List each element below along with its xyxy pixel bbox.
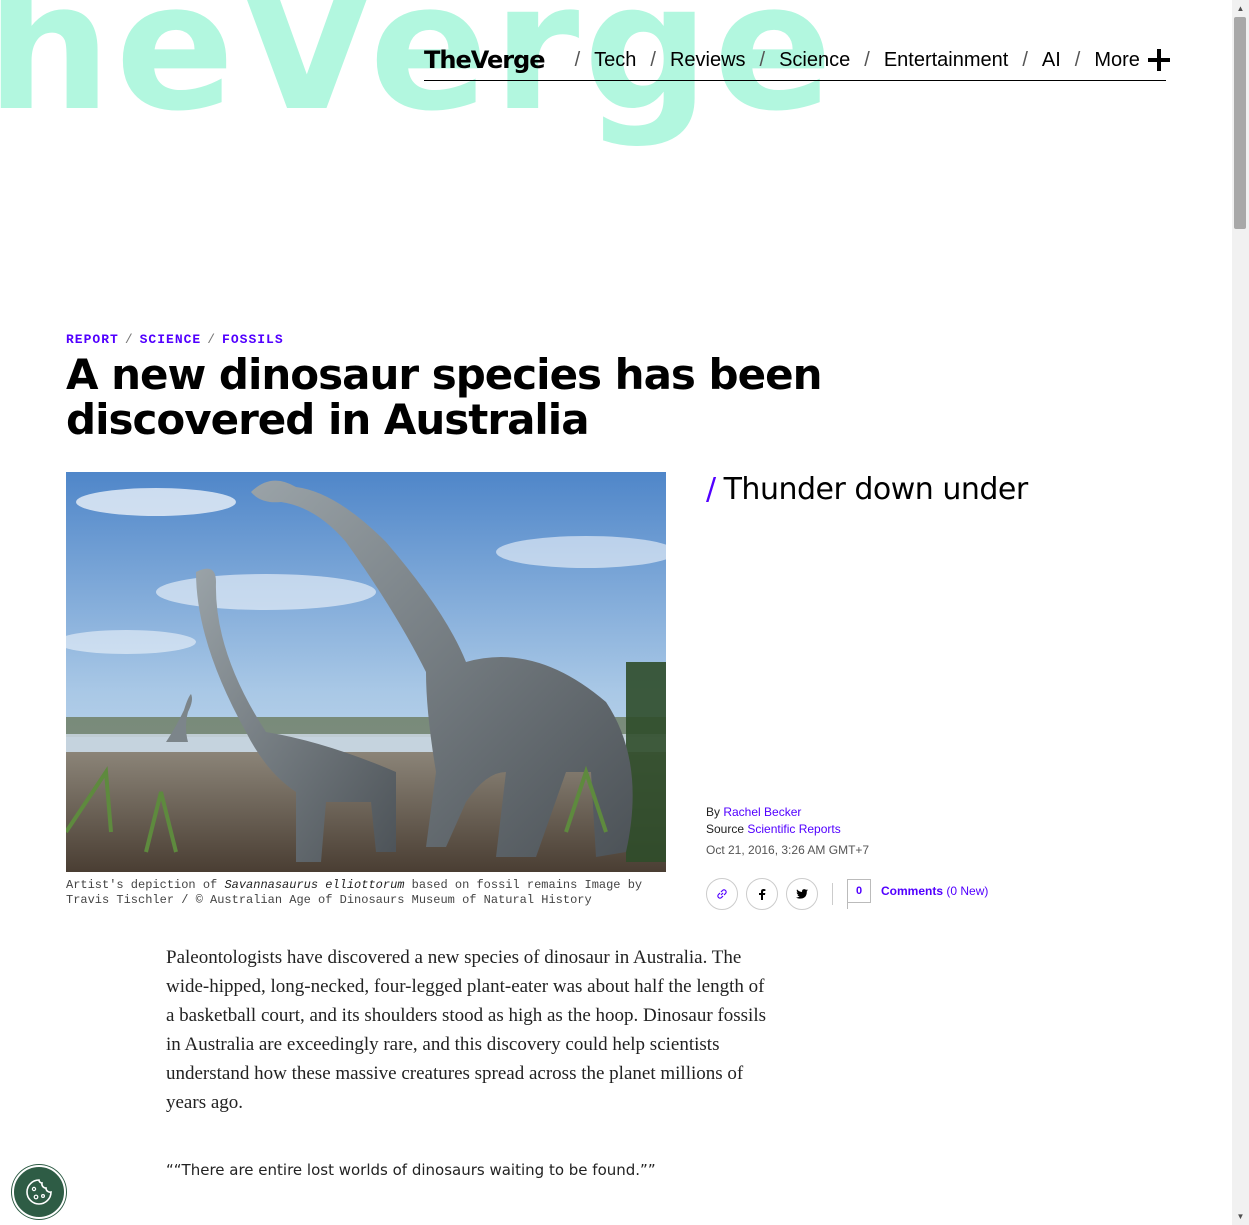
twitter-icon: [796, 889, 808, 899]
nav-item-reviews[interactable]: Reviews: [670, 49, 746, 72]
byline: By Rachel Becker Source Scientific Repor…: [706, 804, 841, 838]
breadcrumb-item-fossils[interactable]: FOSSILS: [222, 332, 284, 347]
hero-image: [66, 472, 666, 872]
nav-item-science[interactable]: Science: [779, 49, 850, 72]
breadcrumb-item-report[interactable]: REPORT: [66, 332, 119, 347]
nav-separator: /: [864, 48, 870, 71]
author-link[interactable]: Rachel Becker: [723, 805, 801, 819]
nav-item-entertainment[interactable]: Entertainment: [884, 49, 1009, 72]
article-headline: A new dinosaur species has been discover…: [66, 350, 822, 444]
scroll-up-arrow-icon[interactable]: ▲: [1232, 0, 1249, 17]
breadcrumb: REPORT / SCIENCE / FOSSILS: [66, 332, 284, 347]
article-body-paragraph: Paleontologists have discovered a new sp…: [166, 947, 767, 1113]
dek-slash: /: [706, 472, 716, 507]
site-logo[interactable]: TheVerge: [424, 46, 546, 74]
publish-date: Oct 21, 2016, 3:26 AM GMT+7: [706, 843, 870, 857]
breadcrumb-separator: /: [124, 332, 134, 347]
facebook-icon: [759, 889, 766, 900]
nav-separator: /: [1022, 48, 1028, 71]
image-caption: Artist's depiction of Savannasaurus elli…: [66, 878, 666, 908]
breadcrumb-separator: /: [207, 332, 217, 347]
share-bar: 0 Comments (0 New): [706, 878, 988, 910]
nav-separator: /: [650, 48, 656, 71]
page-scrollbar[interactable]: ▲ ▼: [1232, 0, 1249, 1225]
nav-item-ai[interactable]: AI: [1042, 49, 1061, 72]
nav-item-more[interactable]: More: [1094, 49, 1140, 72]
nav-separator: /: [759, 48, 766, 71]
plus-icon[interactable]: [1147, 49, 1171, 71]
copy-link-button[interactable]: [706, 878, 738, 910]
scroll-down-arrow-icon[interactable]: ▼: [1232, 1208, 1249, 1225]
cookie-settings-button[interactable]: [12, 1165, 66, 1219]
comment-count-badge[interactable]: 0: [847, 879, 871, 909]
source-link[interactable]: Scientific Reports: [747, 822, 840, 836]
caption-species: Savannasaurus elliottorum: [224, 878, 405, 892]
article-dek: / Thunder down under: [706, 472, 1028, 507]
dek-text: Thunder down under: [723, 472, 1029, 507]
nav-separator: /: [1074, 48, 1081, 71]
scrollbar-thumb[interactable]: [1234, 17, 1246, 229]
pull-quote: ““There are entire lost worlds of dinosa…: [166, 1161, 656, 1179]
caption-text: Artist's depiction of: [66, 878, 225, 892]
twitter-share-button[interactable]: [786, 878, 818, 910]
breadcrumb-item-science[interactable]: SCIENCE: [140, 332, 202, 347]
nav-item-tech[interactable]: Tech: [594, 49, 636, 72]
top-nav: TheVerge / Tech / Reviews / Science / En…: [424, 40, 1171, 81]
facebook-share-button[interactable]: [746, 878, 778, 910]
comments-link[interactable]: Comments (0 New): [881, 884, 988, 898]
source-label: Source: [706, 822, 748, 836]
nav-separator: /: [574, 48, 581, 71]
link-icon: [717, 889, 727, 899]
byline-label: By: [706, 805, 724, 819]
share-divider: [832, 883, 833, 905]
cookie-icon: [26, 1179, 52, 1205]
comments-new-count: (0 New): [946, 884, 989, 898]
comments-label: Comments: [881, 884, 944, 898]
